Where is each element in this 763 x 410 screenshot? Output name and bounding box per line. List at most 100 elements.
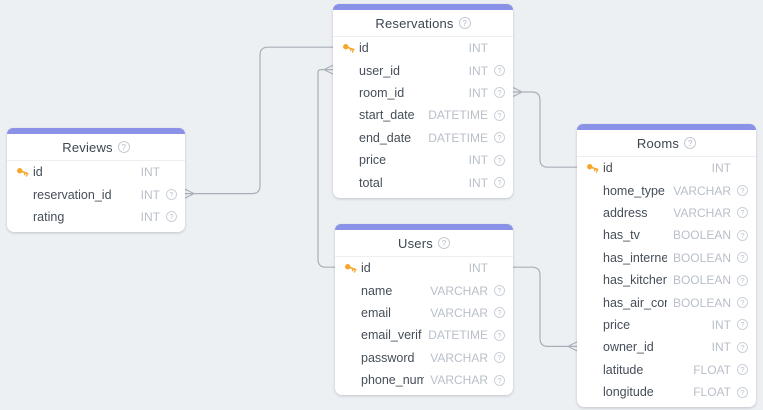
column-row-rooms-latitude[interactable]: latitude FLOAT ? <box>577 359 756 381</box>
column-row-reservations-start_date[interactable]: start_date DATETIME ? <box>333 104 513 126</box>
nullable-icon[interactable]: ? <box>494 285 505 296</box>
nullable-icon[interactable]: ? <box>494 155 505 166</box>
nullable-icon[interactable]: ? <box>494 307 505 318</box>
column-row-reservations-user_id[interactable]: user_id INT ? <box>333 59 513 81</box>
column-row-users-id[interactable]: id INT <box>335 257 513 279</box>
column-type: VARCHAR <box>430 373 488 387</box>
column-name: name <box>361 284 424 298</box>
nullable-icon[interactable]: ? <box>494 87 505 98</box>
table-help-icon[interactable]: ? <box>438 237 450 249</box>
connector-line[interactable] <box>513 267 568 346</box>
column-name: room_id <box>359 86 463 100</box>
column-row-rooms-owner_id[interactable]: owner_id INT ? <box>577 336 756 358</box>
connector-line[interactable] <box>522 92 577 167</box>
nullable-icon[interactable]: ? <box>737 297 748 308</box>
table-card-reservations[interactable]: Reservations ? id INT user_id INT ? room… <box>333 4 513 198</box>
column-name: home_type <box>603 184 667 198</box>
column-row-users-password[interactable]: password VARCHAR ? <box>335 347 513 369</box>
column-name: user_id <box>359 64 463 78</box>
nullable-icon[interactable]: ? <box>166 189 177 200</box>
column-row-reservations-price[interactable]: price INT ? <box>333 149 513 171</box>
primary-key-icon <box>16 166 29 179</box>
nullable-icon[interactable]: ? <box>737 364 748 375</box>
column-name: latitude <box>603 363 687 377</box>
nullable-icon[interactable]: ? <box>494 110 505 121</box>
relationship-connector-rooms-owner_id[interactable] <box>513 267 577 351</box>
column-row-users-name[interactable]: name VARCHAR ? <box>335 279 513 301</box>
table-header[interactable]: Reservations ? <box>333 10 513 37</box>
column-row-rooms-id[interactable]: id INT <box>577 157 756 179</box>
relationship-connector-reviews-reservation_id[interactable] <box>185 47 333 198</box>
nullable-icon[interactable]: ? <box>494 330 505 341</box>
column-row-reviews-reservation_id[interactable]: reservation_id INT ? <box>7 183 185 205</box>
table-header[interactable]: Reviews ? <box>7 134 185 161</box>
nullable-icon[interactable]: ? <box>494 352 505 363</box>
nullable-icon[interactable]: ? <box>737 342 748 353</box>
column-name: longitude <box>603 385 687 399</box>
nullable-icon[interactable]: ? <box>494 177 505 188</box>
nullable-icon[interactable]: ? <box>737 387 748 398</box>
table-header[interactable]: Rooms ? <box>577 130 756 157</box>
column-type: INT <box>141 188 160 202</box>
nullable-icon[interactable]: ? <box>737 230 748 241</box>
key-slot <box>16 166 33 179</box>
table-rows: id INT user_id INT ? room_id INT ? start… <box>333 37 513 194</box>
column-row-reviews-rating[interactable]: rating INT ? <box>7 206 185 228</box>
column-row-reservations-total[interactable]: total INT ? <box>333 171 513 193</box>
table-rows: id INT name VARCHAR ? email VARCHAR ? em… <box>335 257 513 391</box>
column-name: reservation_id <box>33 188 135 202</box>
column-row-reservations-id[interactable]: id INT <box>333 37 513 59</box>
column-row-rooms-longitude[interactable]: longitude FLOAT ? <box>577 381 756 403</box>
nullable-icon[interactable]: ? <box>737 185 748 196</box>
column-row-reservations-room_id[interactable]: room_id INT ? <box>333 82 513 104</box>
column-name: end_date <box>359 131 422 145</box>
relationship-connector-reservations-room_id[interactable] <box>513 88 577 168</box>
column-row-rooms-has_kitchen[interactable]: has_kitchen BOOLEAN ? <box>577 269 756 291</box>
key-slot <box>342 42 359 55</box>
nullable-icon[interactable]: ? <box>166 211 177 222</box>
column-name: email_verified_at <box>361 328 422 342</box>
column-type: INT <box>141 210 160 224</box>
column-row-reservations-end_date[interactable]: end_date DATETIME ? <box>333 127 513 149</box>
column-name: phone_number <box>361 373 424 387</box>
column-type: INT <box>712 161 731 175</box>
column-row-users-phone_number[interactable]: phone_number VARCHAR ? <box>335 369 513 391</box>
column-row-rooms-home_type[interactable]: home_type VARCHAR ? <box>577 179 756 201</box>
column-row-rooms-price[interactable]: price INT ? <box>577 314 756 336</box>
column-row-reviews-id[interactable]: id INT <box>7 161 185 183</box>
column-name: price <box>359 153 463 167</box>
nullable-icon[interactable]: ? <box>494 65 505 76</box>
column-name: password <box>361 351 424 365</box>
connector-line[interactable] <box>194 47 333 193</box>
column-name: id <box>361 261 463 275</box>
table-help-icon[interactable]: ? <box>459 17 471 29</box>
nullable-icon[interactable]: ? <box>737 252 748 263</box>
nullable-icon[interactable]: ? <box>494 375 505 386</box>
table-card-rooms[interactable]: Rooms ? id INT home_type VARCHAR ? addre… <box>577 124 756 407</box>
column-row-rooms-has_internet[interactable]: has_internet BOOLEAN ? <box>577 247 756 269</box>
table-help-icon[interactable]: ? <box>684 137 696 149</box>
column-type: INT <box>469 41 488 55</box>
column-name: id <box>33 165 135 179</box>
column-name: has_internet <box>603 251 667 265</box>
column-row-rooms-address[interactable]: address VARCHAR ? <box>577 202 756 224</box>
table-card-users[interactable]: Users ? id INT name VARCHAR ? email VARC… <box>335 224 513 395</box>
nullable-icon[interactable]: ? <box>737 275 748 286</box>
column-type: BOOLEAN <box>673 296 731 310</box>
nullable-icon[interactable]: ? <box>737 319 748 330</box>
column-type: INT <box>469 64 488 78</box>
table-help-icon[interactable]: ? <box>118 141 130 153</box>
nullable-icon[interactable]: ? <box>494 132 505 143</box>
nullable-icon[interactable]: ? <box>737 207 748 218</box>
column-type: INT <box>712 340 731 354</box>
crow-foot-many-marker <box>568 342 577 351</box>
column-row-rooms-has_tv[interactable]: has_tv BOOLEAN ? <box>577 224 756 246</box>
table-rows: id INT reservation_id INT ? rating INT ? <box>7 161 185 228</box>
column-row-rooms-has_air_con[interactable]: has_air_con BOOLEAN ? <box>577 291 756 313</box>
diagram-canvas[interactable]: Reservations ? id INT user_id INT ? room… <box>0 0 763 410</box>
column-row-users-email_verified_at[interactable]: email_verified_at DATETIME ? <box>335 324 513 346</box>
column-name: id <box>359 41 463 55</box>
column-row-users-email[interactable]: email VARCHAR ? <box>335 302 513 324</box>
table-card-reviews[interactable]: Reviews ? id INT reservation_id INT ? ra… <box>7 128 185 232</box>
table-header[interactable]: Users ? <box>335 230 513 257</box>
